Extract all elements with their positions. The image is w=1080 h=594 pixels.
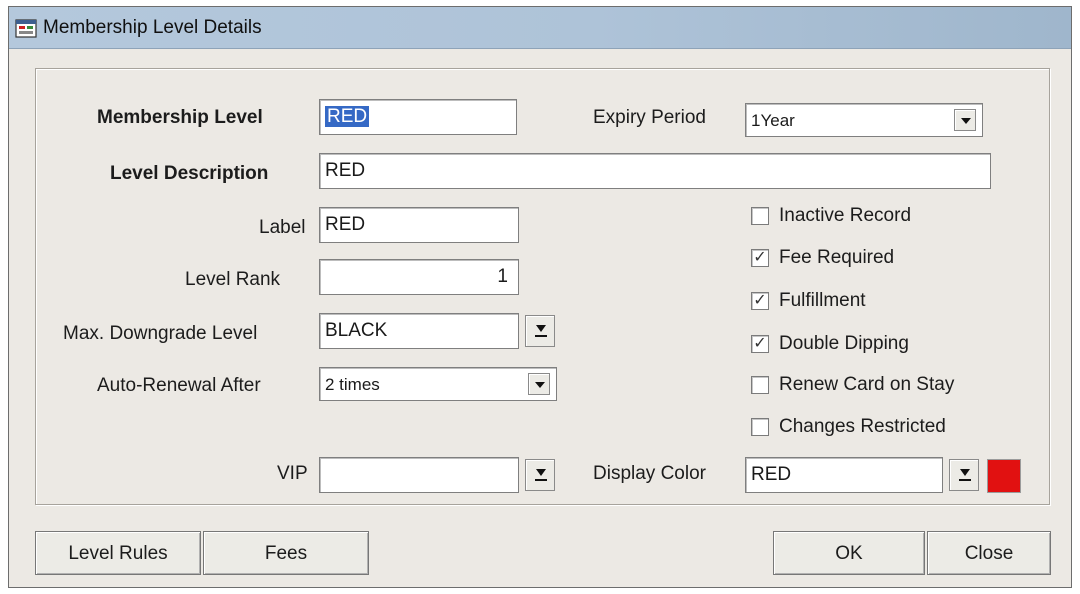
renew-card-on-stay-checkbox[interactable] bbox=[751, 376, 769, 394]
vip-label: VIP bbox=[277, 463, 308, 484]
display-color-swatch bbox=[987, 459, 1021, 493]
expiry-period-dropdown-icon[interactable] bbox=[954, 109, 976, 131]
max-downgrade-level-input[interactable]: BLACK bbox=[319, 313, 519, 349]
display-color-label: Display Color bbox=[593, 463, 706, 484]
app-icon bbox=[15, 19, 37, 38]
title-bar: Membership Level Details bbox=[9, 7, 1071, 49]
inactive-record-label: Inactive Record bbox=[779, 205, 912, 226]
level-rank-label: Level Rank bbox=[185, 269, 281, 290]
renew-card-on-stay-label: Renew Card on Stay bbox=[779, 374, 955, 395]
window-title: Membership Level Details bbox=[43, 17, 262, 38]
fulfillment-label: Fulfillment bbox=[779, 290, 866, 311]
expiry-period-value: 1Year bbox=[751, 111, 795, 130]
level-description-value: RED bbox=[325, 160, 366, 181]
membership-level-value: RED bbox=[325, 106, 370, 127]
max-downgrade-level-lov-icon[interactable] bbox=[525, 315, 555, 347]
double-dipping-label: Double Dipping bbox=[779, 333, 909, 354]
fees-button[interactable]: Fees bbox=[203, 531, 369, 575]
vip-input[interactable] bbox=[319, 457, 519, 493]
expiry-period-label: Expiry Period bbox=[593, 107, 706, 128]
double-dipping-checkbox[interactable]: ✓ bbox=[751, 335, 769, 353]
label-value: RED bbox=[325, 214, 366, 235]
membership-level-details-window: Membership Level Details Membership Leve… bbox=[8, 6, 1072, 588]
fee-required-label: Fee Required bbox=[779, 247, 895, 268]
ok-button[interactable]: OK bbox=[773, 531, 925, 575]
membership-level-input[interactable]: RED bbox=[319, 99, 517, 135]
max-downgrade-level-value: BLACK bbox=[325, 320, 388, 341]
display-color-input[interactable]: RED bbox=[745, 457, 943, 493]
auto-renewal-after-label: Auto-Renewal After bbox=[97, 375, 261, 396]
level-rank-input[interactable]: 1 bbox=[319, 259, 519, 295]
max-downgrade-level-label: Max. Downgrade Level bbox=[63, 323, 258, 344]
level-description-input[interactable]: RED bbox=[319, 153, 991, 189]
changes-restricted-label: Changes Restricted bbox=[779, 416, 946, 437]
vip-lov-icon[interactable] bbox=[525, 459, 555, 491]
display-color-lov-icon[interactable] bbox=[949, 459, 979, 491]
inactive-record-checkbox[interactable] bbox=[751, 207, 769, 225]
fee-required-checkbox[interactable]: ✓ bbox=[751, 249, 769, 267]
level-rules-button[interactable]: Level Rules bbox=[35, 531, 201, 575]
label-input[interactable]: RED bbox=[319, 207, 519, 243]
auto-renewal-dropdown-icon[interactable] bbox=[528, 373, 550, 395]
label-field-label: Label bbox=[259, 217, 306, 238]
fulfillment-checkbox[interactable]: ✓ bbox=[751, 292, 769, 310]
level-description-label: Level Description bbox=[110, 163, 269, 184]
display-color-value: RED bbox=[751, 464, 792, 485]
membership-level-label: Membership Level bbox=[97, 107, 263, 128]
close-button[interactable]: Close bbox=[927, 531, 1051, 575]
expiry-period-select[interactable]: 1Year bbox=[745, 103, 983, 137]
level-rank-value: 1 bbox=[497, 266, 508, 287]
auto-renewal-after-value: 2 times bbox=[325, 375, 380, 394]
auto-renewal-after-select[interactable]: 2 times bbox=[319, 367, 557, 401]
changes-restricted-checkbox[interactable] bbox=[751, 418, 769, 436]
